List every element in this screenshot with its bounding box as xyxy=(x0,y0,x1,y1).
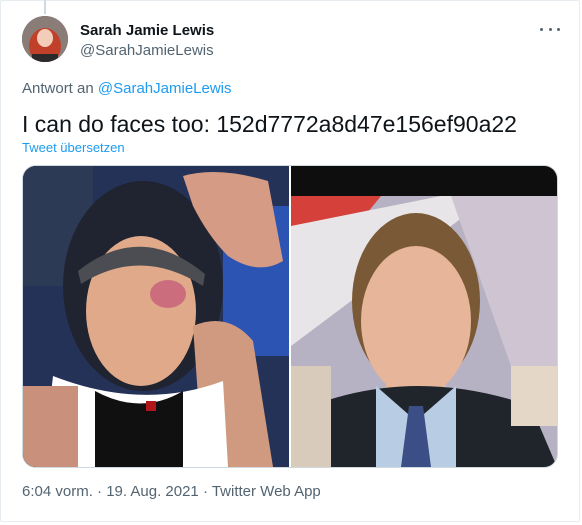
dot xyxy=(557,27,560,31)
avatar-image xyxy=(22,16,68,62)
reply-context: Antwort an @SarahJamieLewis xyxy=(22,80,232,97)
tweet-timestamp[interactable]: 6:04 vorm. · 19. Aug. 2021 · Twitter Web… xyxy=(22,483,321,500)
media-grid xyxy=(22,165,558,468)
author-handle[interactable]: @SarahJamieLewis xyxy=(80,42,214,59)
photo-right[interactable] xyxy=(291,166,557,467)
reply-prefix: Antwort an xyxy=(22,80,94,97)
avatar[interactable] xyxy=(22,16,68,62)
photo-left-image xyxy=(23,166,289,467)
reply-to-link[interactable]: @SarahJamieLewis xyxy=(98,80,232,97)
thread-connector-line xyxy=(44,0,46,14)
dot xyxy=(540,27,543,31)
translate-tweet-link[interactable]: Tweet übersetzen xyxy=(22,140,125,155)
photo-right-image xyxy=(291,166,557,467)
photo-left[interactable] xyxy=(23,166,289,467)
dot xyxy=(548,27,552,31)
more-options-icon[interactable] xyxy=(540,22,560,36)
tweet-text: I can do faces too: 152d7772a8d47e156ef9… xyxy=(22,111,517,137)
author-name[interactable]: Sarah Jamie Lewis xyxy=(80,22,214,39)
